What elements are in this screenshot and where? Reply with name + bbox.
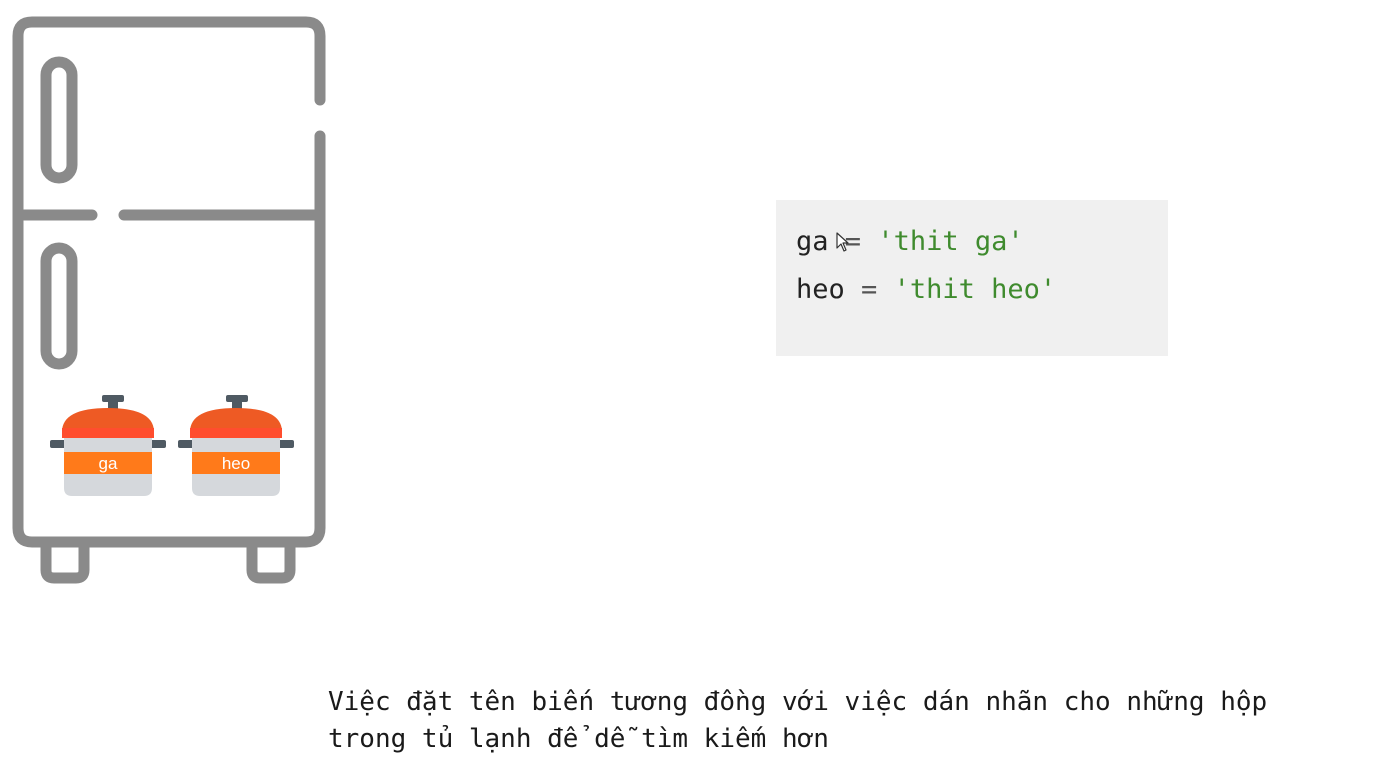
pot-heo: heo — [178, 395, 294, 496]
string-value: 'thit heo' — [893, 274, 1057, 305]
pot-label-ga: ga — [99, 454, 118, 473]
slide: ga heo ga = 'thit ga' heo = 'thit heo' V… — [0, 0, 1391, 769]
fridge-illustration: ga heo — [12, 16, 326, 584]
variable-name: heo — [796, 274, 845, 305]
code-line-ga: ga = 'thit ga' — [796, 218, 1148, 266]
code-line-heo: heo = 'thit heo' — [796, 266, 1148, 314]
caption-line-2: trong tủ lạnh để dễ tìm kiếm hơn — [328, 724, 829, 754]
pot-label-heo: heo — [222, 454, 250, 473]
code-snippet: ga = 'thit ga' heo = 'thit heo' — [776, 200, 1168, 356]
caption-line-1: Việc đặt tên biến tương đồng với việc dá… — [328, 687, 1268, 717]
variable-name: ga — [796, 226, 829, 257]
assign-operator: = — [861, 274, 878, 305]
string-value: 'thit ga' — [877, 226, 1024, 257]
caption: Việc đặt tên biến tương đồng với việc dá… — [328, 684, 1388, 758]
pot-ga: ga — [50, 395, 166, 496]
mouse-cursor-icon — [836, 232, 849, 252]
